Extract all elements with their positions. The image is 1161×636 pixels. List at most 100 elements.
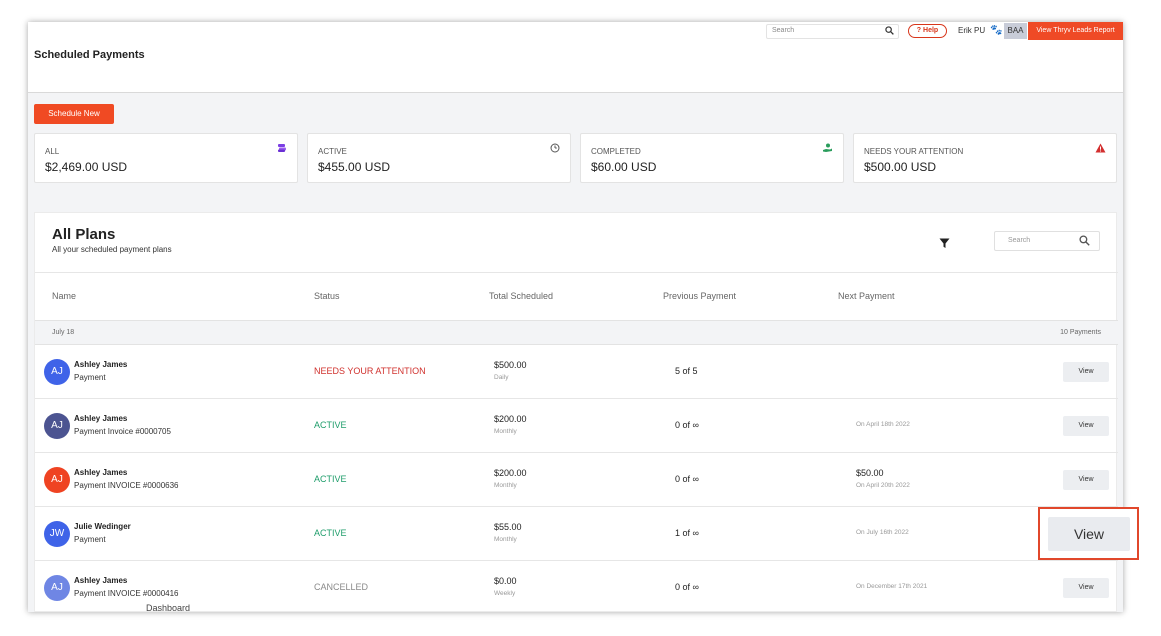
next-payment-date: On April 18th 2022 <box>856 421 910 428</box>
previous-payment: 5 of 5 <box>675 366 698 376</box>
avatar-initials: AJ <box>51 420 63 431</box>
view-button[interactable]: View <box>1063 470 1109 490</box>
group-date: July 18 <box>52 329 75 336</box>
question-icon: ? <box>916 27 922 34</box>
total-amount: $0.00 <box>494 576 517 586</box>
global-search-input[interactable]: Search <box>766 24 899 39</box>
card-label: NEEDS YOUR ATTENTION <box>864 147 964 156</box>
payment-frequency: Monthly <box>494 536 517 543</box>
plans-search-input[interactable]: Search <box>994 231 1100 251</box>
avatar: AJ <box>44 359 70 385</box>
total-amount: $200.00 <box>494 414 527 424</box>
card-value: $500.00 USD <box>864 160 937 174</box>
paw-icon[interactable]: 🐾 <box>990 25 1002 36</box>
summary-card-needs-attention[interactable]: NEEDS YOUR ATTENTION $500.00 USD <box>853 133 1117 183</box>
search-icon[interactable] <box>1079 235 1090 248</box>
view-button[interactable]: View <box>1063 362 1109 382</box>
view-button[interactable]: View <box>1063 416 1109 436</box>
payment-description: Payment Invoice #0000705 <box>74 427 171 436</box>
card-value: $2,469.00 USD <box>45 160 128 174</box>
previous-payment: 1 of ∞ <box>675 528 699 538</box>
previous-payment: 0 of ∞ <box>675 474 699 484</box>
plans-subtitle: All your scheduled payment plans <box>52 245 172 254</box>
global-search-placeholder: Search <box>772 27 795 34</box>
payment-description: Payment <box>74 535 106 544</box>
highlighted-view-callout: View <box>1038 507 1139 560</box>
column-header-name[interactable]: Name <box>52 291 76 301</box>
summary-card-all[interactable]: ALL $2,469.00 USD <box>34 133 298 183</box>
payment-description: Payment <box>74 373 106 382</box>
page-header: Scheduled Payments <box>28 41 1123 93</box>
plans-search-placeholder: Search <box>1008 237 1031 244</box>
summary-card-active[interactable]: ACTIVE $455.00 USD <box>307 133 571 183</box>
schedule-new-button[interactable]: Schedule New <box>34 104 114 124</box>
clock-icon <box>550 143 560 156</box>
hand-money-icon <box>822 143 833 156</box>
table-row[interactable]: AJ Ashley James Payment NEEDS YOUR ATTEN… <box>35 345 1118 399</box>
background-nav-text: Dashboard <box>146 603 191 613</box>
payment-description: Payment INVOICE #0000416 <box>74 589 179 598</box>
card-value: $455.00 USD <box>318 160 391 174</box>
column-header-next-payment[interactable]: Next Payment <box>838 291 895 301</box>
help-button[interactable]: ? Help <box>908 24 947 38</box>
account-badge[interactable]: BAA <box>1004 23 1027 39</box>
status-label: ACTIVE <box>314 528 347 538</box>
payer-name: Ashley James <box>74 468 128 477</box>
avatar-initials: AJ <box>51 474 63 485</box>
status-label: ACTIVE <box>314 420 347 430</box>
divider <box>35 272 1118 273</box>
status-label: ACTIVE <box>314 474 347 484</box>
payment-frequency: Monthly <box>494 482 517 489</box>
filter-icon[interactable] <box>939 236 950 254</box>
payer-name: Ashley James <box>74 576 128 585</box>
app-window: Search ? Help Erik PU 🐾 BAA View Thryv L… <box>28 22 1123 612</box>
column-header-previous-payment[interactable]: Previous Payment <box>663 291 736 301</box>
column-header-total-scheduled[interactable]: Total Scheduled <box>489 291 553 301</box>
date-group-header: July 18 10 Payments <box>35 320 1118 345</box>
warning-icon <box>1095 143 1106 156</box>
previous-payment: 0 of ∞ <box>675 582 699 592</box>
card-label: ACTIVE <box>318 147 347 156</box>
table-row[interactable]: AJ Ashley James Payment Invoice #0000705… <box>35 399 1118 453</box>
total-amount: $200.00 <box>494 468 527 478</box>
avatar-initials: AJ <box>51 582 63 593</box>
stack-icon <box>277 143 287 156</box>
top-bar: Search ? Help Erik PU 🐾 BAA View Thryv L… <box>28 22 1123 41</box>
plans-title: All Plans <box>52 226 116 243</box>
search-icon[interactable] <box>885 26 894 37</box>
payment-frequency: Weekly <box>494 590 516 597</box>
table-row[interactable]: AJ Ashley James Payment INVOICE #0000636… <box>35 453 1118 507</box>
avatar: AJ <box>44 467 70 493</box>
column-header-status[interactable]: Status <box>314 291 340 301</box>
avatar: AJ <box>44 413 70 439</box>
card-label: ALL <box>45 147 60 156</box>
group-payment-count: 10 Payments <box>1060 329 1101 336</box>
plans-panel: All Plans All your scheduled payment pla… <box>34 212 1118 612</box>
next-payment-date: On December 17th 2021 <box>856 583 928 590</box>
payment-frequency: Monthly <box>494 428 517 435</box>
view-button-highlighted[interactable]: View <box>1048 517 1130 551</box>
page-title: Scheduled Payments <box>34 49 145 61</box>
total-amount: $500.00 <box>494 360 527 370</box>
next-payment-date: On April 20th 2022 <box>856 482 910 489</box>
card-value: $60.00 USD <box>591 160 657 174</box>
next-payment-date: On July 16th 2022 <box>856 529 909 536</box>
next-payment-amount: $50.00 <box>856 468 884 478</box>
payer-name: Ashley James <box>74 414 128 423</box>
payment-description: Payment INVOICE #0000636 <box>74 481 179 490</box>
payment-frequency: Daily <box>494 374 509 381</box>
total-amount: $55.00 <box>494 522 522 532</box>
summary-card-completed[interactable]: COMPLETED $60.00 USD <box>580 133 844 183</box>
avatar: AJ <box>44 575 70 601</box>
payer-name: Ashley James <box>74 360 128 369</box>
user-name[interactable]: Erik PU <box>958 26 985 35</box>
avatar: JW <box>44 521 70 547</box>
payer-name: Julie Wedinger <box>74 522 131 531</box>
previous-payment: 0 of ∞ <box>675 420 699 430</box>
table-row[interactable]: JW Julie Wedinger Payment ACTIVE $55.00 … <box>35 507 1118 561</box>
view-leads-report-button[interactable]: View Thryv Leads Report <box>1028 22 1123 40</box>
avatar-initials: AJ <box>51 366 63 377</box>
table-row[interactable]: AJ Ashley James Payment INVOICE #0000416… <box>35 561 1118 612</box>
view-button[interactable]: View <box>1063 578 1109 598</box>
card-label: COMPLETED <box>591 147 641 156</box>
